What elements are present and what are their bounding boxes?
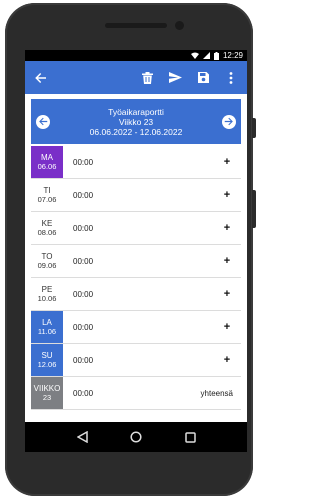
- add-entry-button[interactable]: +: [213, 179, 241, 211]
- day-cell: PE 10.06: [31, 278, 63, 310]
- day-row-pe[interactable]: PE 10.06 00:00 +: [31, 278, 241, 311]
- arrow-left-icon: [38, 117, 47, 126]
- status-bar: 12:29: [25, 50, 247, 61]
- day-name: LA: [42, 318, 52, 327]
- day-name: SU: [41, 351, 53, 360]
- nav-home-icon[interactable]: [129, 430, 143, 444]
- day-date: 07.06: [37, 195, 57, 204]
- day-date: 10.06: [37, 294, 57, 303]
- add-entry-button[interactable]: +: [213, 146, 241, 178]
- day-name: TO: [41, 252, 53, 261]
- report-week: Viikko 23: [118, 116, 154, 127]
- more-vert-icon[interactable]: [223, 70, 239, 86]
- battery-icon: [213, 51, 219, 60]
- previous-week-button[interactable]: [36, 114, 50, 129]
- day-date: 11.06: [37, 327, 57, 336]
- add-entry-button[interactable]: +: [213, 245, 241, 277]
- week-total-row: VIIKKO 23 00:00 yhteensä: [31, 377, 241, 410]
- day-date: 08.06: [37, 228, 57, 237]
- day-row-su[interactable]: SU 12.06 00:00 +: [31, 344, 241, 377]
- save-icon[interactable]: [195, 70, 211, 86]
- day-name: TI: [43, 186, 51, 195]
- power-button: [252, 118, 256, 138]
- day-hours: 00:00: [73, 256, 94, 266]
- week-number: 23: [42, 393, 52, 402]
- add-entry-button[interactable]: +: [213, 311, 241, 343]
- volume-button: [252, 190, 256, 228]
- day-row-ti[interactable]: TI 07.06 00:00 +: [31, 179, 241, 212]
- report-header: Työaikaraportti Viikko 23 06.06.2022 - 1…: [31, 99, 241, 144]
- speaker-grille: [105, 23, 167, 28]
- day-hours: 00:00: [73, 190, 94, 200]
- day-cell: KE 08.06: [31, 212, 63, 244]
- day-date: 06.06: [37, 162, 57, 171]
- phone-frame: 12:29 Työaikaraportti Viikko 23 06.06.20…: [5, 3, 253, 496]
- nav-recents-icon[interactable]: [183, 430, 197, 444]
- front-camera: [175, 21, 184, 30]
- day-name: PE: [41, 285, 53, 294]
- arrow-left-icon[interactable]: [33, 70, 49, 86]
- system-nav-bar: [25, 422, 247, 452]
- day-date: 09.06: [37, 261, 57, 270]
- add-entry-button[interactable]: +: [213, 212, 241, 244]
- day-list: MA 06.06 00:00 + TI 07.06 00:00 + KE 08.…: [31, 146, 241, 410]
- week-hours: 00:00: [73, 388, 94, 398]
- wifi-icon: [190, 52, 199, 59]
- report-title-block: Työaikaraportti Viikko 23 06.06.2022 - 1…: [90, 107, 183, 137]
- day-row-la[interactable]: LA 11.06 00:00 +: [31, 311, 241, 344]
- day-cell: TO 09.06: [31, 245, 63, 277]
- screen: 12:29 Työaikaraportti Viikko 23 06.06.20…: [25, 50, 247, 452]
- trash-icon[interactable]: [139, 70, 155, 86]
- day-row-ma[interactable]: MA 06.06 00:00 +: [31, 146, 241, 179]
- send-icon[interactable]: [167, 70, 183, 86]
- report-date-range: 06.06.2022 - 12.06.2022: [89, 126, 183, 137]
- arrow-right-icon: [225, 117, 234, 126]
- next-week-button[interactable]: [221, 114, 236, 129]
- day-cell: MA 06.06: [31, 146, 63, 178]
- day-cell: TI 07.06: [31, 179, 63, 211]
- day-date: 12.06: [37, 360, 57, 369]
- app-bar: [25, 61, 247, 94]
- day-hours: 00:00: [73, 322, 94, 332]
- nav-back-icon[interactable]: [75, 430, 89, 444]
- week-label: VIIKKO: [33, 384, 61, 393]
- signal-icon: [202, 52, 210, 59]
- day-row-to[interactable]: TO 09.06 00:00 +: [31, 245, 241, 278]
- week-cell: VIIKKO 23: [31, 377, 63, 409]
- report-title: Työaikaraportti: [108, 106, 164, 117]
- day-cell: SU 12.06: [31, 344, 63, 376]
- day-hours: 00:00: [73, 157, 94, 167]
- day-name: MA: [41, 153, 53, 162]
- day-hours: 00:00: [73, 289, 94, 299]
- add-entry-button[interactable]: +: [213, 344, 241, 376]
- day-hours: 00:00: [73, 355, 94, 365]
- day-cell: LA 11.06: [31, 311, 63, 343]
- add-entry-button[interactable]: +: [213, 278, 241, 310]
- day-row-ke[interactable]: KE 08.06 00:00 +: [31, 212, 241, 245]
- status-time: 12:29: [222, 51, 243, 60]
- day-name: KE: [41, 219, 53, 228]
- day-hours: 00:00: [73, 223, 94, 233]
- week-total-label: yhteensä: [200, 388, 233, 398]
